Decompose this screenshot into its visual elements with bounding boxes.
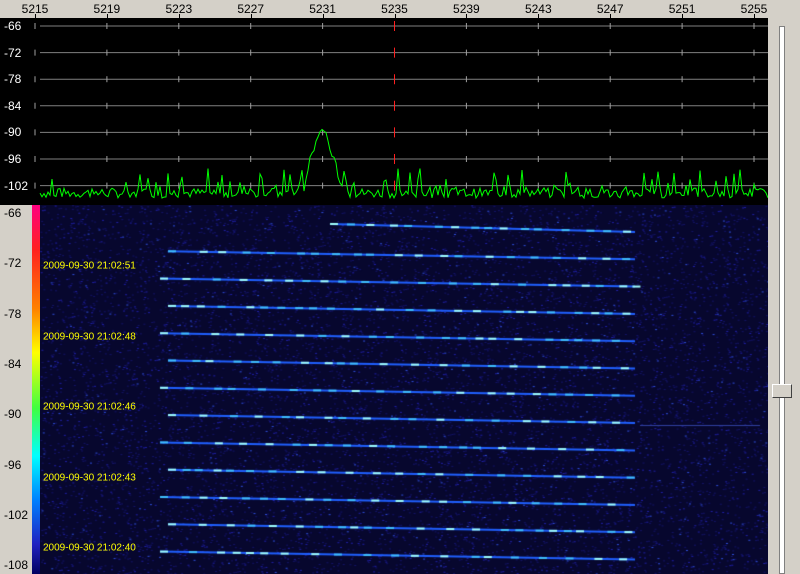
spectrum-db-label: -72 bbox=[2, 45, 24, 60]
scroll-thumb[interactable] bbox=[772, 383, 792, 398]
waterfall-db-label: -66 bbox=[4, 206, 22, 220]
waterfall-db-label: -108 bbox=[4, 558, 29, 573]
waterfall-db-label: -96 bbox=[4, 457, 22, 472]
scroll-track[interactable] bbox=[779, 26, 785, 574]
spectrum-db-label: -66 bbox=[2, 19, 24, 33]
waterfall-db-scale: -66 -72 -78 -84 -90 -96 -102 -108 bbox=[0, 205, 32, 574]
waterfall-db-label: -72 bbox=[4, 256, 22, 271]
spectrum-trace bbox=[39, 128, 768, 200]
spectrum-panel: -66 -72 -78 -84 -90 -96 -102 bbox=[0, 18, 768, 205]
waterfall-timestamp: 2009-09-30 21:02:46 bbox=[43, 401, 136, 413]
spectrum-db-label: -78 bbox=[2, 72, 24, 87]
spectrum-db-label: -102 bbox=[2, 178, 31, 193]
frequency-axis: 5215 5219 5223 5227 5231 5235 5239 5243 5247 5251… bbox=[0, 0, 768, 18]
waterfall-db-label: -90 bbox=[4, 407, 22, 422]
spectrum-plot bbox=[34, 21, 768, 200]
waterfall-timestamp: 2009-09-30 21:02:51 bbox=[43, 260, 136, 272]
spectrum-db-label: -84 bbox=[2, 98, 24, 113]
spectrum-db-label: -96 bbox=[2, 152, 24, 166]
color-scale-bar bbox=[32, 205, 40, 574]
waterfall-timestamp: 2009-09-30 21:02:48 bbox=[43, 331, 136, 342]
vertical-scrollbar[interactable] bbox=[768, 0, 800, 574]
waterfall-timestamp: 2009-09-30 21:02:43 bbox=[43, 472, 136, 483]
spectrum-db-label: -90 bbox=[2, 125, 24, 140]
waterfall-db-label: -84 bbox=[4, 356, 22, 371]
waterfall-db-label: -78 bbox=[4, 306, 22, 321]
waterfall-db-label: -102 bbox=[4, 507, 29, 522]
waterfall-timestamp: 2009-09-30 21:02:40 bbox=[43, 542, 136, 554]
